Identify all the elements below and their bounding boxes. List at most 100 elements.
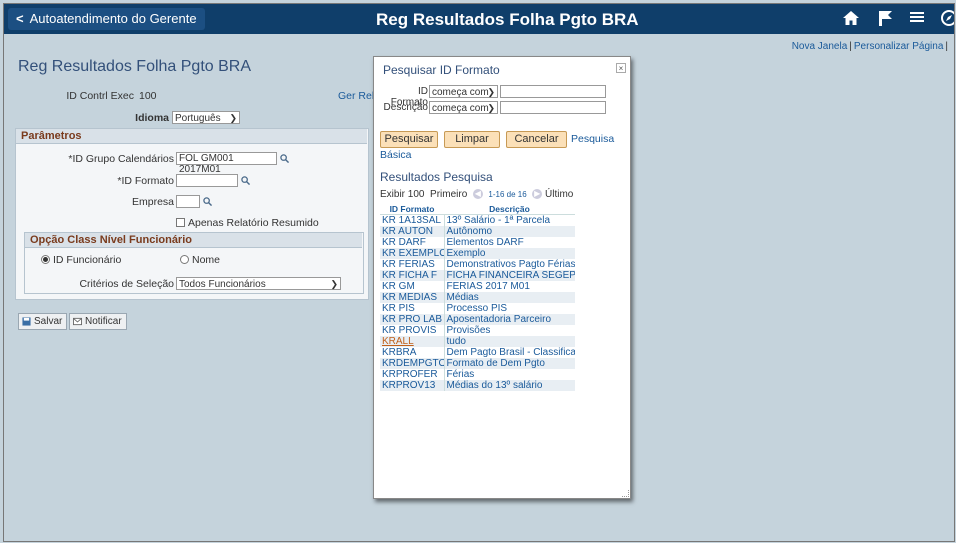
pager-first[interactable]: Primeiro <box>430 189 467 200</box>
column-header-description[interactable]: Descrição <box>444 203 575 215</box>
description-operator-value: começa com <box>432 103 489 114</box>
notify-button[interactable]: Notificar <box>69 313 127 330</box>
save-button[interactable]: Salvar <box>18 313 68 330</box>
table-row[interactable]: KRPROV13 Médias do 13º salário <box>380 380 575 391</box>
search-icon[interactable] <box>203 197 212 206</box>
clear-button[interactable]: Limpar <box>444 131 500 148</box>
description-cell[interactable]: Autônomo <box>444 226 575 237</box>
table-row[interactable]: KR DARF Elementos DARF <box>380 237 575 248</box>
table-row[interactable]: KR FERIAS Demonstrativos Pagto Férias <box>380 259 575 270</box>
compass-icon[interactable] <box>940 9 954 32</box>
description-cell[interactable]: Médias <box>444 292 575 303</box>
format-id-cell[interactable]: KRDEMPGTO <box>380 358 445 369</box>
summary-only-label: Apenas Relatório Resumido <box>188 217 319 229</box>
table-row[interactable]: KR 1A13SAL 13º Salário - 1ª Parcela <box>380 214 575 227</box>
home-icon[interactable] <box>842 9 860 32</box>
name-radio[interactable] <box>180 255 189 264</box>
search-icon[interactable] <box>280 154 289 163</box>
close-icon[interactable]: × <box>616 63 626 73</box>
description-cell[interactable]: Provisões <box>444 325 575 336</box>
column-header-format-id[interactable]: ID Formato <box>380 203 444 215</box>
table-row[interactable]: KR MEDIAS Médias <box>380 292 575 303</box>
table-row[interactable]: KR AUTON Autônomo <box>380 226 575 237</box>
banner-title: Reg Resultados Folha Pgto BRA <box>376 10 639 29</box>
top-banner: < Autoatendimento do Gerente Reg Resultad… <box>4 4 954 34</box>
criteria-select[interactable]: Todos Funcionários ❯ <box>176 277 341 290</box>
description-cell[interactable]: 13º Salário - 1ª Parcela <box>444 215 575 227</box>
notify-icon <box>73 317 82 326</box>
search-button[interactable]: Pesquisar <box>380 131 438 148</box>
pager-last[interactable]: Último <box>545 189 573 200</box>
format-id-cell[interactable]: KR PIS <box>380 303 445 314</box>
format-id-cell[interactable]: KR GM <box>380 281 445 292</box>
table-row[interactable]: KR FICHA F FICHA FINANCEIRA SEGEP <box>380 270 575 281</box>
format-id-operator-select[interactable]: começa com ❯ <box>429 85 498 98</box>
back-button[interactable]: < Autoatendimento do Gerente <box>8 8 205 30</box>
format-id-cell[interactable]: KR EXEMPLO <box>380 248 445 259</box>
format-id-cell[interactable]: KR AUTON <box>380 226 445 237</box>
format-id-cell[interactable]: KR FICHA F <box>380 270 445 281</box>
pager-show-all[interactable]: Exibir 100 <box>380 189 424 200</box>
app-frame: < Autoatendimento do Gerente Reg Resultad… <box>3 3 955 542</box>
description-cell[interactable]: Exemplo <box>444 248 575 259</box>
link-separator-2: | <box>945 41 948 52</box>
format-id-cell[interactable]: KR DARF <box>380 237 445 248</box>
description-filter-input[interactable] <box>500 101 606 114</box>
employee-id-radio[interactable] <box>41 255 50 264</box>
table-row[interactable]: KR PROVIS Provisões <box>380 325 575 336</box>
basic-search-link[interactable]: Pesquisa <box>571 133 614 145</box>
description-cell[interactable]: Dem Pagto Brasil - Classificar <box>444 347 576 358</box>
table-row[interactable]: KRALL tudo <box>380 336 575 347</box>
format-id-cell[interactable]: KR FERIAS <box>380 259 445 270</box>
description-cell[interactable]: FICHA FINANCEIRA SEGEP <box>444 270 575 281</box>
format-id-filter-input[interactable] <box>500 85 606 98</box>
table-row[interactable]: KR PRO LAB Aposentadoria Parceiro <box>380 314 575 325</box>
format-id-cell[interactable]: KR PRO LAB <box>380 314 445 325</box>
format-id-cell[interactable]: KRPROV13 <box>380 380 445 391</box>
new-window-link[interactable]: Nova Janela <box>792 41 848 52</box>
description-cell[interactable]: FERIAS 2017 M01 <box>444 281 575 292</box>
flag-icon[interactable] <box>876 9 894 32</box>
previous-icon[interactable]: ◀ <box>472 189 483 200</box>
description-operator-select[interactable]: começa com ❯ <box>429 101 498 114</box>
calendar-group-input[interactable]: FOL GM001 2017M01 <box>176 152 277 175</box>
table-row[interactable]: KRBRA Dem Pagto Brasil - Classificar <box>380 347 575 358</box>
description-cell[interactable]: Aposentadoria Parceiro <box>444 314 575 325</box>
summary-only-checkbox[interactable] <box>176 218 185 227</box>
language-select[interactable]: Português ❯ <box>172 111 240 124</box>
save-button-label: Salvar <box>34 316 63 327</box>
format-id-cell[interactable]: KR PROVIS <box>380 325 445 336</box>
description-cell[interactable]: Demonstrativos Pagto Férias <box>444 259 576 270</box>
description-cell[interactable]: Elementos DARF <box>444 237 575 248</box>
format-id-input[interactable] <box>176 174 238 187</box>
table-row[interactable]: KR EXEMPLO Exemplo <box>380 248 575 259</box>
table-row[interactable]: KR GM FERIAS 2017 M01 <box>380 281 575 292</box>
next-icon[interactable]: ▶ <box>532 189 543 200</box>
menu-icon[interactable] <box>909 9 925 30</box>
chevron-down-icon: ❯ <box>330 279 338 289</box>
criteria-select-value: Todos Funcionários <box>179 279 266 290</box>
table-row[interactable]: KR PIS Processo PIS <box>380 303 575 314</box>
run-control-label: ID Contrl Exec <box>66 90 134 102</box>
description-cell[interactable]: Formato de Dem Pgto <box>444 358 575 369</box>
personalize-page-link[interactable]: Personalizar Página <box>854 41 944 52</box>
format-id-cell[interactable]: KRBRA <box>380 347 445 358</box>
chevron-down-icon: ❯ <box>487 103 495 113</box>
description-cell[interactable]: Processo PIS <box>444 303 575 314</box>
calendar-group-label: *ID Grupo Calendários <box>68 153 174 165</box>
format-id-cell[interactable]: KR 1A13SAL <box>380 214 445 226</box>
format-id-cell[interactable]: KRPROFER <box>380 369 445 380</box>
lookup-modal: Pesquisar ID Formato × ID Formato começa… <box>373 56 631 499</box>
cancel-button[interactable]: Cancelar <box>506 131 567 148</box>
description-cell[interactable]: Médias do 13º salário <box>444 380 575 391</box>
description-cell[interactable]: tudo <box>444 336 575 347</box>
company-input[interactable] <box>176 195 200 208</box>
resize-handle[interactable] <box>622 490 629 497</box>
format-id-cell[interactable]: KRALL <box>380 336 445 347</box>
format-id-cell[interactable]: KR MEDIAS <box>380 292 445 303</box>
search-icon[interactable] <box>241 176 250 185</box>
description-cell[interactable]: Férias <box>444 369 575 380</box>
basic-search-link-cont[interactable]: Básica <box>380 149 412 161</box>
table-row[interactable]: KRDEMPGTO Formato de Dem Pgto <box>380 358 575 369</box>
table-row[interactable]: KRPROFER Férias <box>380 369 575 380</box>
